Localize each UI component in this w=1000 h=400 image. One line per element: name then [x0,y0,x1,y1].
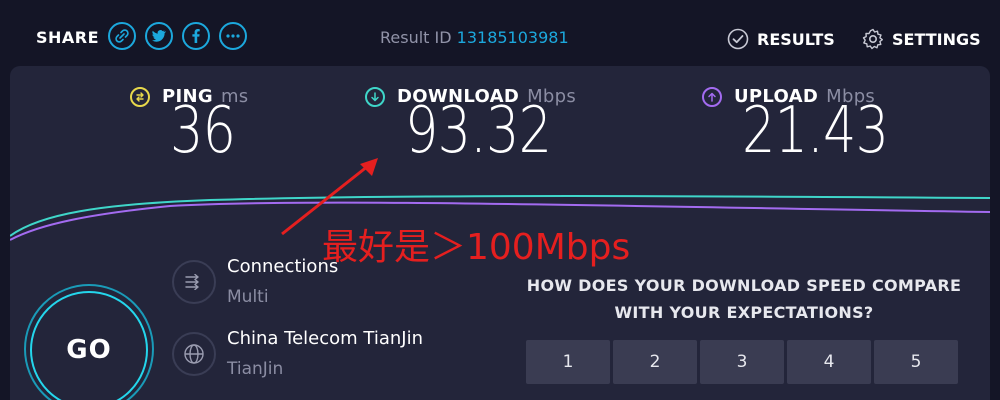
connections-title: Connections [227,256,339,277]
server-name: China Telecom TianJin [227,328,423,349]
connections-value: Multi [227,287,269,307]
results-label: RESULTS [757,29,835,49]
go-button[interactable]: GO [30,291,148,400]
settings-label: SETTINGS [892,29,981,49]
result-panel: PING ms 36 DOWNLOAD Mbps 93.32 UPLOAD Mb… [10,66,990,400]
result-id-label: Result ID [380,28,452,47]
ping-value: 36 [170,94,236,168]
ping-icon [130,86,150,107]
link-icon[interactable] [108,22,136,50]
survey-question: HOW DOES YOUR DOWNLOAD SPEED COMPARE WIT… [526,276,962,322]
download-arrow-icon [365,86,385,107]
rating-option-3[interactable]: 3 [700,340,784,384]
result-id: Result ID 13185103981 [380,28,569,47]
connections-icon [172,260,216,304]
globe-icon [172,332,216,376]
annotation-text: 最好是＞100Mbps [322,227,631,268]
rating-option-4[interactable]: 4 [787,340,871,384]
rating-option-5[interactable]: 5 [874,340,958,384]
upload-arrow-icon [702,86,722,107]
more-icon[interactable] [219,22,247,50]
header-bar: SHARE Result ID 13185103981 RESULTS SETT… [0,0,1000,66]
upload-value: 21.43 [742,94,889,168]
twitter-icon[interactable] [145,22,173,50]
settings-link[interactable]: SETTINGS [862,28,981,50]
facebook-icon[interactable] [182,22,210,50]
server-location: TianJin [227,359,284,379]
rating-options: 1 2 3 4 5 [526,340,961,384]
download-value: 93.32 [405,94,552,168]
results-link[interactable]: RESULTS [727,28,835,50]
check-circle-icon [727,28,749,50]
rating-option-2[interactable]: 2 [613,340,697,384]
result-id-value[interactable]: 13185103981 [457,28,569,47]
rating-option-1[interactable]: 1 [526,340,610,384]
gear-icon [862,28,883,50]
share-label: SHARE [36,28,100,47]
